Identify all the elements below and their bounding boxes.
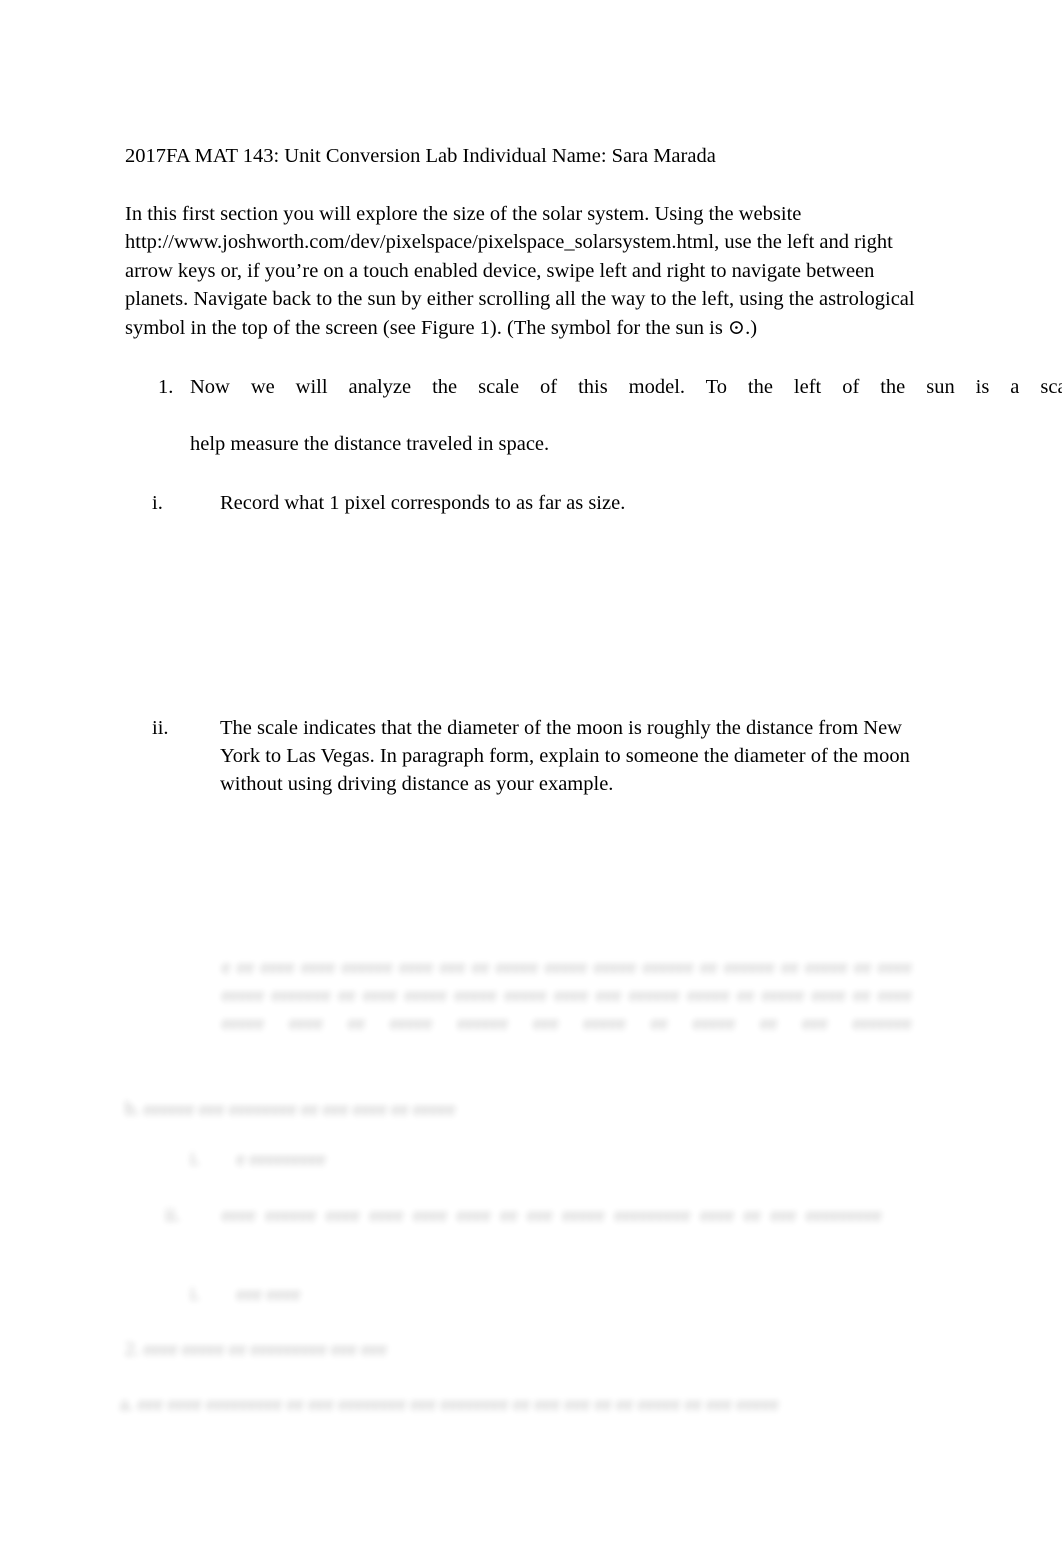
faded-list-item-2-a: a. eee eeee eeeeeeeee ee eee eeeeeeee ee… [120,1391,920,1419]
answer-space-i [125,518,1062,714]
faded-text-2: eeee eeeee ee eeeeeeeee eee eee [144,1339,388,1360]
readable-content-block: 2017FA MAT 143: Unit Conversion Lab Indi… [125,143,1062,891]
faded-text-2-a: eee eeee eeeeeeeee ee eee eeeeeeee eee e… [137,1394,779,1415]
faded-list-item-b-iii: i. eee eeee [190,1281,301,1309]
document-page: 2017FA MAT 143: Unit Conversion Lab Indi… [0,0,1062,1561]
faded-marker-b: b. [125,1099,140,1120]
list-item-ii-text: The scale indicates that the diameter of… [220,716,910,796]
list-item-ii: ii. The scale indicates that the diamete… [125,714,1062,799]
list-item-1: 1. Now we will analyze the scale of this… [125,373,1062,458]
answer-space-ii [125,799,1062,891]
faded-marker-b-iii: i. [190,1284,201,1305]
faded-list-item-b-ii: ii. eeee eeeeee eeee eeee eeee eeee ee e… [165,1202,882,1230]
list-item-i: i. Record what 1 pixel corresponds to as… [125,489,1062,517]
faded-marker-b-i: i. [190,1149,201,1170]
faded-marker-2-a: a. [120,1394,134,1415]
faded-text-b-i: e eeeeeeeee [236,1149,326,1170]
faded-overflow-content: e ee eeee eeee eeeeee eeee eee ee eeeee … [0,944,1062,1504]
list-marker-i: i. [152,492,163,515]
faded-text-b-iii: eee eeee [236,1284,301,1305]
list-item-1-line-1: Now we will analyze the scale of this mo… [190,376,1062,399]
faded-list-item-b: b. eeeeee eee eeeeeeee ee eee eeee ee ee… [125,1096,1025,1124]
faded-marker-b-ii: ii. [165,1205,181,1226]
faded-text-b: eeeeee eee eeeeeeee ee eee eeee ee eeeee [144,1099,456,1120]
list-item-i-text: Record what 1 pixel corresponds to as fa… [220,492,626,515]
list-marker-ii: ii. [152,716,169,739]
faded-list-item-2: 2. eeee eeeee ee eeeeeeeee eee eee [125,1336,1025,1364]
faded-list-item-b-i: i. e eeeeeeeee [190,1146,326,1174]
list-item-1-line-2: help measure the distance traveled in sp… [190,432,550,455]
intro-paragraph: In this first section you will explore t… [125,203,915,339]
faded-text-b-ii: eeee eeeeee eeee eeee eeee eeee ee eee e… [222,1205,882,1226]
faded-answer-paragraph: e ee eeee eeee eeeeee eeee eee ee eeeee … [222,957,912,1034]
document-header-line: 2017FA MAT 143: Unit Conversion Lab Indi… [125,145,716,167]
list-marker-1: 1. [158,376,174,399]
faded-marker-2: 2. [125,1339,140,1360]
